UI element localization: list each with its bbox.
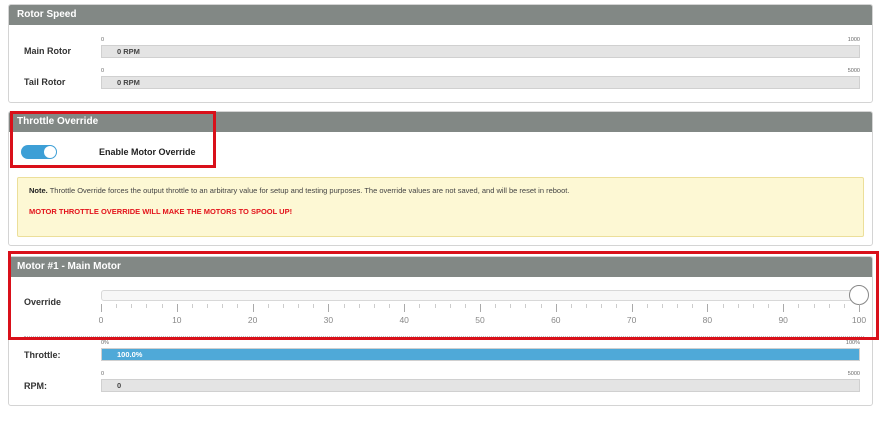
tail-rotor-max: 5000 <box>847 68 860 74</box>
tail-rotor-label: Tail Rotor <box>24 77 66 87</box>
main-rotor-label: Main Rotor <box>24 46 71 56</box>
main-rotor-meter: 0 1000 0 RPM <box>101 37 860 58</box>
highlight-box-motor1 <box>8 251 879 340</box>
main-rotor-min: 0 <box>101 37 105 43</box>
main-rotor-scale: 0 1000 <box>101 37 860 45</box>
override-note: Note. Throttle Override forces the outpu… <box>17 177 864 237</box>
rotor-speed-panel: Rotor Speed Main Rotor 0 1000 0 RPM Tail… <box>8 4 873 103</box>
note-bold: Note. <box>29 186 48 195</box>
rpm-min: 0 <box>101 371 105 377</box>
spool-up-warning: MOTOR THROTTLE OVERRIDE WILL MAKE THE MO… <box>29 207 293 216</box>
throttle-min: 0% <box>101 340 109 346</box>
throttle-value: 100.0% <box>117 350 143 359</box>
note-text-line: Note. Throttle Override forces the outpu… <box>29 186 852 195</box>
tail-rotor-min: 0 <box>101 68 105 74</box>
throttle-bar: 100.0% <box>101 348 860 361</box>
throttle-label: Throttle: <box>24 350 61 360</box>
rpm-value: 0 <box>117 381 122 390</box>
rotor-speed-header: Rotor Speed <box>9 5 872 25</box>
tail-rotor-meter: 0 5000 0 RPM <box>101 68 860 89</box>
rpm-scale: 0 5000 <box>101 371 860 379</box>
tail-rotor-scale: 0 5000 <box>101 68 860 76</box>
throttle-scale: 0% 100% <box>101 340 860 348</box>
highlight-box-toggle <box>10 111 216 168</box>
rpm-label: RPM: <box>24 381 47 391</box>
main-rotor-bar: 0 RPM <box>101 45 860 58</box>
rpm-meter: 0 5000 0 <box>101 371 860 392</box>
main-rotor-value: 0 RPM <box>117 47 140 56</box>
rpm-bar: 0 <box>101 379 860 392</box>
rpm-max: 5000 <box>847 371 860 377</box>
throttle-meter: 0% 100% 100.0% <box>101 340 860 361</box>
note-body: Throttle Override forces the output thro… <box>47 186 570 195</box>
tail-rotor-bar: 0 RPM <box>101 76 860 89</box>
tail-rotor-value: 0 RPM <box>117 78 140 87</box>
main-rotor-max: 1000 <box>847 37 860 43</box>
throttle-max: 100% <box>845 340 860 346</box>
